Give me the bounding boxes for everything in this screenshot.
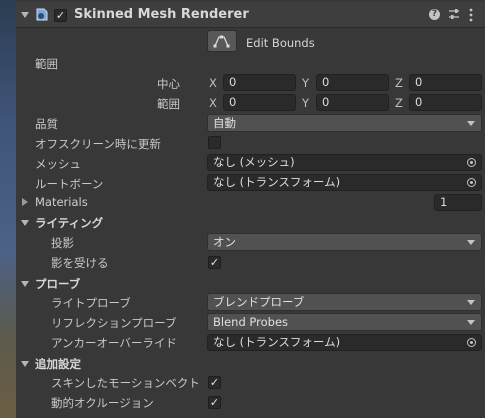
offscreen-checkbox[interactable] (208, 136, 221, 149)
mesh-value: なし (メッシュ) (213, 155, 295, 169)
materials-count-field[interactable]: 1 (434, 194, 482, 211)
center-label: 中心 (157, 77, 180, 91)
component-title: Skinned Mesh Renderer (74, 7, 249, 22)
additional-section-label[interactable]: 追加設定 (35, 356, 81, 372)
cast-shadows-value: オン (213, 235, 236, 249)
dynamic-occlusion-checkbox[interactable]: ✓ (208, 396, 221, 409)
receive-shadows-label: 影を受ける (51, 256, 109, 270)
reflection-probes-label: リフレクションプローブ (51, 316, 177, 330)
component-enabled-checkbox[interactable]: ✓ (54, 9, 67, 22)
extent-y-axis-label: Y (302, 96, 310, 110)
component-header[interactable]: ✓ Skinned Mesh Renderer ? (16, 2, 485, 28)
probes-foldout-icon[interactable] (21, 281, 29, 287)
light-probes-label: ライトプローブ (51, 296, 131, 310)
quality-value: 自動 (213, 116, 236, 130)
edit-bounds-icon (213, 35, 230, 48)
rootbone-value: なし (トランスフォーム) (213, 175, 341, 189)
skinned-motion-vectors-checkbox[interactable]: ✓ (208, 376, 221, 389)
center-z-axis-label: Z (395, 76, 403, 90)
cast-shadows-label: 投影 (51, 236, 74, 250)
anchor-override-field[interactable]: なし (トランスフォーム) (207, 334, 482, 351)
rootbone-field[interactable]: なし (トランスフォーム) (207, 174, 482, 191)
edit-bounds-button[interactable] (207, 30, 237, 52)
extent-z-axis-label: Z (395, 96, 403, 110)
center-y-field[interactable]: 0 (316, 74, 389, 91)
additional-foldout-icon[interactable] (21, 361, 29, 367)
more-menu-icon[interactable] (468, 8, 474, 22)
dropdown-arrow-icon (467, 300, 475, 305)
dropdown-arrow-icon (467, 240, 475, 245)
quality-dropdown[interactable]: 自動 (207, 114, 482, 132)
anchor-override-value: なし (トランスフォーム) (213, 335, 341, 349)
materials-foldout-icon[interactable] (22, 198, 28, 206)
skinned-motion-vectors-label: スキンしたモーションベクト (51, 376, 200, 390)
edit-bounds-label: Edit Bounds (246, 36, 315, 50)
dropdown-arrow-icon (467, 320, 475, 325)
quality-label: 品質 (35, 117, 58, 131)
light-probes-value: ブレンドプローブ (213, 295, 305, 309)
foldout-arrow-icon[interactable] (21, 12, 29, 18)
probes-section-label[interactable]: プローブ (35, 276, 80, 292)
skinned-mesh-icon (34, 7, 50, 23)
center-z-field[interactable]: 0 (409, 74, 482, 91)
extent-y-field[interactable]: 0 (316, 94, 389, 111)
extent-x-axis-label: X (209, 96, 217, 110)
light-probes-dropdown[interactable]: ブレンドプローブ (207, 293, 482, 311)
dynamic-occlusion-label: 動的オクルージョン (51, 396, 154, 410)
presets-icon[interactable] (448, 8, 460, 21)
inspector-panel: ✓ Skinned Mesh Renderer ? Edit Bounds 範囲… (16, 0, 485, 418)
rootbone-label: ルートボーン (35, 177, 104, 191)
mesh-field[interactable]: なし (メッシュ) (207, 154, 482, 171)
bounds-label: 範囲 (35, 57, 58, 71)
reflection-probes-value: Blend Probes (213, 315, 289, 329)
help-icon[interactable]: ? (429, 9, 440, 20)
extent-x-field[interactable]: 0 (223, 94, 296, 111)
object-picker-icon[interactable] (467, 178, 476, 187)
center-x-field[interactable]: 0 (223, 74, 296, 91)
reflection-probes-dropdown[interactable]: Blend Probes (207, 313, 482, 331)
mesh-label: メッシュ (35, 157, 81, 171)
anchor-override-label: アンカーオーバーライド (51, 336, 177, 350)
center-y-axis-label: Y (302, 76, 310, 90)
extent-z-field[interactable]: 0 (409, 94, 482, 111)
lighting-section-label[interactable]: ライティング (35, 215, 103, 231)
cast-shadows-dropdown[interactable]: オン (207, 233, 482, 251)
offscreen-label: オフスクリーン時に更新 (35, 137, 161, 151)
object-picker-icon[interactable] (467, 338, 476, 347)
dropdown-arrow-icon (467, 121, 475, 126)
center-x-axis-label: X (209, 76, 217, 90)
materials-label[interactable]: Materials (35, 195, 88, 209)
lighting-foldout-icon[interactable] (21, 220, 29, 226)
extent-label: 範囲 (157, 97, 180, 111)
receive-shadows-checkbox[interactable]: ✓ (208, 256, 221, 269)
object-picker-icon[interactable] (467, 158, 476, 167)
scene-background-strip (0, 0, 16, 418)
